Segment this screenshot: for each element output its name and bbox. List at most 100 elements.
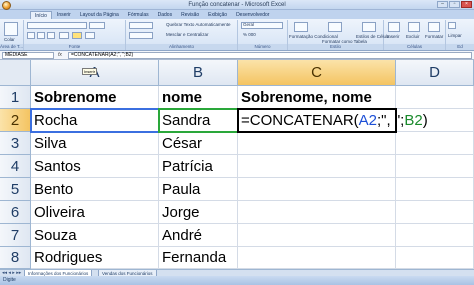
maximize-button[interactable]: ▫	[449, 1, 460, 8]
autosum-icon[interactable]	[448, 22, 456, 29]
insert-cells-icon[interactable]	[388, 22, 400, 32]
italic-icon[interactable]	[37, 32, 45, 39]
merge-center-button[interactable]: Mesclar e Centralizar	[166, 32, 209, 37]
group-label: Estilo	[288, 44, 383, 50]
font-color-icon[interactable]	[85, 32, 95, 39]
group-label: Fonte	[24, 44, 125, 50]
group-cells: Inserir Excluir Formatar Células	[384, 20, 446, 50]
cell-c3[interactable]	[238, 132, 396, 155]
cell-d2[interactable]	[396, 109, 474, 132]
cell-b4[interactable]: Patrícia	[159, 155, 238, 178]
row-header-3[interactable]: 3	[0, 132, 31, 155]
cell-d8[interactable]	[396, 247, 474, 269]
cell-a8[interactable]: Rodrigues	[31, 247, 159, 269]
tab-exibicao[interactable]: Exibição	[204, 11, 231, 19]
align-top-icons[interactable]	[129, 22, 153, 29]
cell-c1[interactable]: Sobrenome, nome	[238, 86, 396, 109]
group-alignment: Quebrar Texto Automaticamente Mesclar e …	[126, 20, 238, 50]
select-all-corner[interactable]	[0, 60, 31, 86]
borders-icon[interactable]	[59, 32, 69, 39]
ribbon-tabs: Início Inserir Layout da Página Fórmulas…	[0, 10, 474, 19]
close-button[interactable]: ×	[461, 1, 472, 8]
cell-a7[interactable]: Souza	[31, 224, 159, 247]
cell-styles-icon[interactable]	[362, 22, 376, 32]
cell-d1[interactable]	[396, 86, 474, 109]
group-label: Alinhamento	[126, 44, 237, 50]
cell-b2[interactable]: Sandra	[159, 109, 238, 132]
group-label: Área de T...	[0, 44, 23, 50]
align-horizontal-icons[interactable]	[129, 32, 153, 39]
tab-inserir[interactable]: Inserir	[53, 11, 75, 19]
row-header-2[interactable]: 2	[0, 109, 31, 132]
delete-label[interactable]: Excluir	[406, 34, 420, 39]
insert-label[interactable]: Inserir	[387, 34, 400, 39]
row-header-5[interactable]: 5	[0, 178, 31, 201]
paste-icon[interactable]	[4, 22, 18, 36]
tab-dados[interactable]: Dados	[154, 11, 176, 19]
tab-inicio[interactable]: Início	[30, 11, 52, 19]
title-bar: Função concatenar - Microsoft Excel – ▫ …	[0, 0, 474, 10]
tab-revisao[interactable]: Revisão	[177, 11, 203, 19]
underline-icon[interactable]	[47, 32, 55, 39]
tab-layout[interactable]: Layout da Página	[76, 11, 123, 19]
column-header-b[interactable]: B	[159, 60, 238, 86]
cell-d5[interactable]	[396, 178, 474, 201]
cell-c4[interactable]	[238, 155, 396, 178]
row-header-4[interactable]: 4	[0, 155, 31, 178]
cell-a4[interactable]: Santos	[31, 155, 159, 178]
font-size-dropdown[interactable]	[89, 22, 105, 29]
window-title: Função concatenar - Microsoft Excel	[188, 2, 286, 8]
status-mode: Digite	[3, 277, 16, 283]
delete-cells-icon[interactable]	[408, 22, 420, 32]
wrap-text-button[interactable]: Quebrar Texto Automaticamente	[166, 22, 230, 27]
name-box[interactable]: MÉDIASE	[2, 52, 54, 59]
row-header-8[interactable]: 8	[0, 247, 31, 269]
column-header-c[interactable]: C	[238, 60, 396, 86]
cell-a3[interactable]: Silva	[31, 132, 159, 155]
column-header-d[interactable]: D	[396, 60, 474, 86]
cell-a6[interactable]: Oliveira	[31, 201, 159, 224]
cell-d4[interactable]	[396, 155, 474, 178]
cell-b7[interactable]: André	[159, 224, 238, 247]
cell-c2-editing[interactable]: =CONCATENAR(A2;", ";B2)	[238, 109, 428, 132]
status-bar: Digite	[0, 276, 474, 285]
cell-d6[interactable]	[396, 201, 474, 224]
group-number: Geral % 000 Número	[238, 20, 288, 50]
number-format-value: Geral	[243, 22, 255, 27]
percent-buttons[interactable]: % 000	[243, 32, 256, 37]
cell-d7[interactable]	[396, 224, 474, 247]
cell-b1[interactable]: nome	[159, 86, 238, 109]
bold-icon[interactable]	[27, 32, 35, 39]
fx-icon[interactable]: fx	[58, 52, 62, 59]
row-header-1[interactable]: 1	[0, 86, 31, 109]
spreadsheet-grid: A B C D Inserir 1 2 3 4 5 6 7 8 Sobrenom…	[0, 60, 474, 269]
group-label: Células	[384, 44, 445, 50]
minimize-button[interactable]: –	[437, 1, 448, 8]
row-header-6[interactable]: 6	[0, 201, 31, 224]
formula-input[interactable]: =CONCATENAR(A2;", ";B2)	[68, 52, 472, 59]
cell-c6[interactable]	[238, 201, 396, 224]
cell-b5[interactable]: Paula	[159, 178, 238, 201]
cell-b6[interactable]: Jorge	[159, 201, 238, 224]
cell-b8[interactable]: Fernanda	[159, 247, 238, 269]
clear-label[interactable]: Limpar	[448, 33, 462, 38]
fill-color-icon[interactable]	[72, 32, 82, 39]
cell-c7[interactable]	[238, 224, 396, 247]
format-cells-icon[interactable]	[428, 22, 440, 32]
cell-d3[interactable]	[396, 132, 474, 155]
tab-formulas[interactable]: Fórmulas	[124, 11, 153, 19]
cell-a2[interactable]: Rocha	[31, 109, 159, 132]
row-header-7[interactable]: 7	[0, 224, 31, 247]
conditional-format-icon[interactable]	[294, 22, 308, 32]
cell-b3[interactable]: César	[159, 132, 238, 155]
format-table-icon[interactable]	[328, 22, 342, 32]
tab-desenvolvedor[interactable]: Desenvolvedor	[232, 11, 273, 19]
cell-a5[interactable]: Bento	[31, 178, 159, 201]
font-name-dropdown[interactable]	[27, 22, 87, 29]
group-clipboard: Colar Área de T...	[0, 20, 24, 50]
cell-c8[interactable]	[238, 247, 396, 269]
cell-a1[interactable]: Sobrenome	[31, 86, 159, 109]
format-label[interactable]: Formatar	[425, 34, 443, 39]
formula-bar: MÉDIASE fx =CONCATENAR(A2;", ";B2)	[0, 51, 474, 60]
cell-c5[interactable]	[238, 178, 396, 201]
